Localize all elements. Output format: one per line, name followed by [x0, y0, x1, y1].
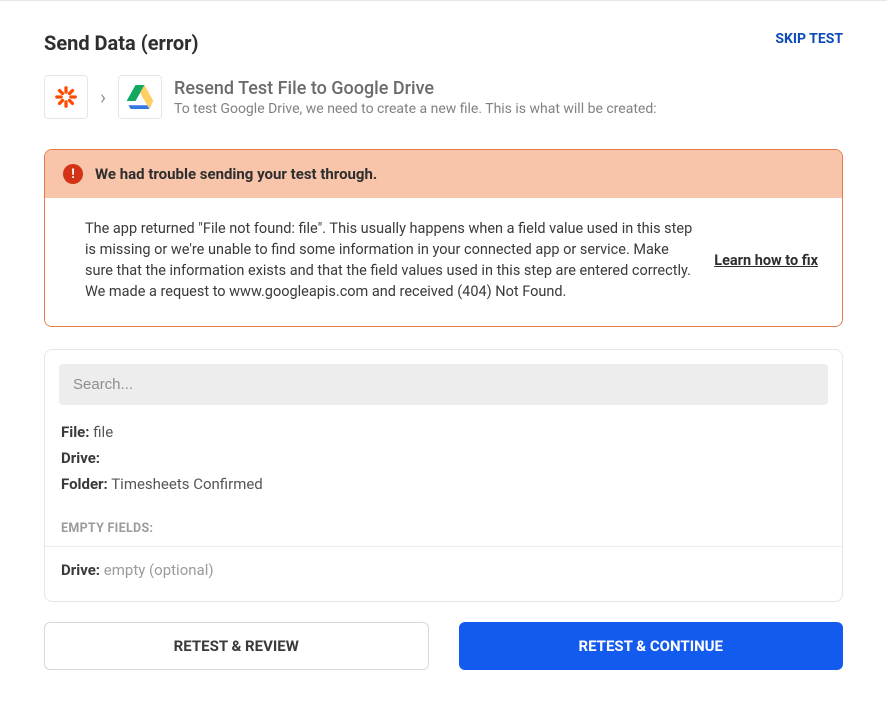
button-row: RETEST & REVIEW RETEST & CONTINUE: [44, 622, 843, 670]
field-value: Timesheets Confirmed: [111, 475, 263, 493]
fields-box: File: file Drive: Folder: Timesheets Con…: [44, 349, 843, 602]
field-label: Drive:: [61, 449, 100, 467]
divider: [45, 546, 842, 547]
search-input[interactable]: [59, 364, 828, 405]
field-value: file: [93, 423, 113, 441]
error-body: The app returned "File not found: file".…: [45, 198, 842, 326]
field-row-file: File: file: [59, 423, 828, 441]
field-row-folder: Folder: Timesheets Confirmed: [59, 475, 828, 493]
google-drive-app-icon: [118, 75, 162, 119]
error-icon: !: [63, 164, 83, 184]
learn-how-to-fix-link[interactable]: Learn how to fix: [714, 252, 818, 269]
app-text: Resend Test File to Google Drive To test…: [174, 78, 657, 117]
main-container: Send Data (error) SKIP TEST ›: [0, 1, 887, 670]
zapier-icon: [53, 84, 79, 110]
field-label: File:: [61, 423, 90, 441]
page-title: Send Data (error): [44, 31, 198, 55]
app-subtitle: To test Google Drive, we need to create …: [174, 101, 657, 117]
field-label: Folder:: [61, 475, 108, 493]
app-title: Resend Test File to Google Drive: [174, 78, 657, 99]
empty-fields-header: EMPTY FIELDS:: [61, 521, 828, 536]
error-header: ! We had trouble sending your test throu…: [45, 150, 842, 198]
zapier-app-icon: [44, 75, 88, 119]
retest-review-button[interactable]: RETEST & REVIEW: [44, 622, 429, 670]
chevron-right-icon: ›: [100, 85, 106, 109]
error-title: We had trouble sending your test through…: [95, 165, 377, 183]
app-row: › Resend Test File to Google Drive To te…: [44, 75, 843, 119]
header-row: Send Data (error) SKIP TEST: [44, 31, 843, 55]
error-message: The app returned "File not found: file".…: [85, 218, 692, 302]
retest-continue-button[interactable]: RETEST & CONTINUE: [459, 622, 844, 670]
field-row-drive: Drive:: [59, 449, 828, 467]
error-box: ! We had trouble sending your test throu…: [44, 149, 843, 327]
google-drive-icon: [126, 85, 154, 109]
empty-field-row-drive: Drive: empty (optional): [59, 561, 828, 579]
field-label: Drive:: [61, 561, 100, 579]
field-value: empty (optional): [104, 561, 214, 579]
skip-test-link[interactable]: SKIP TEST: [775, 31, 843, 47]
